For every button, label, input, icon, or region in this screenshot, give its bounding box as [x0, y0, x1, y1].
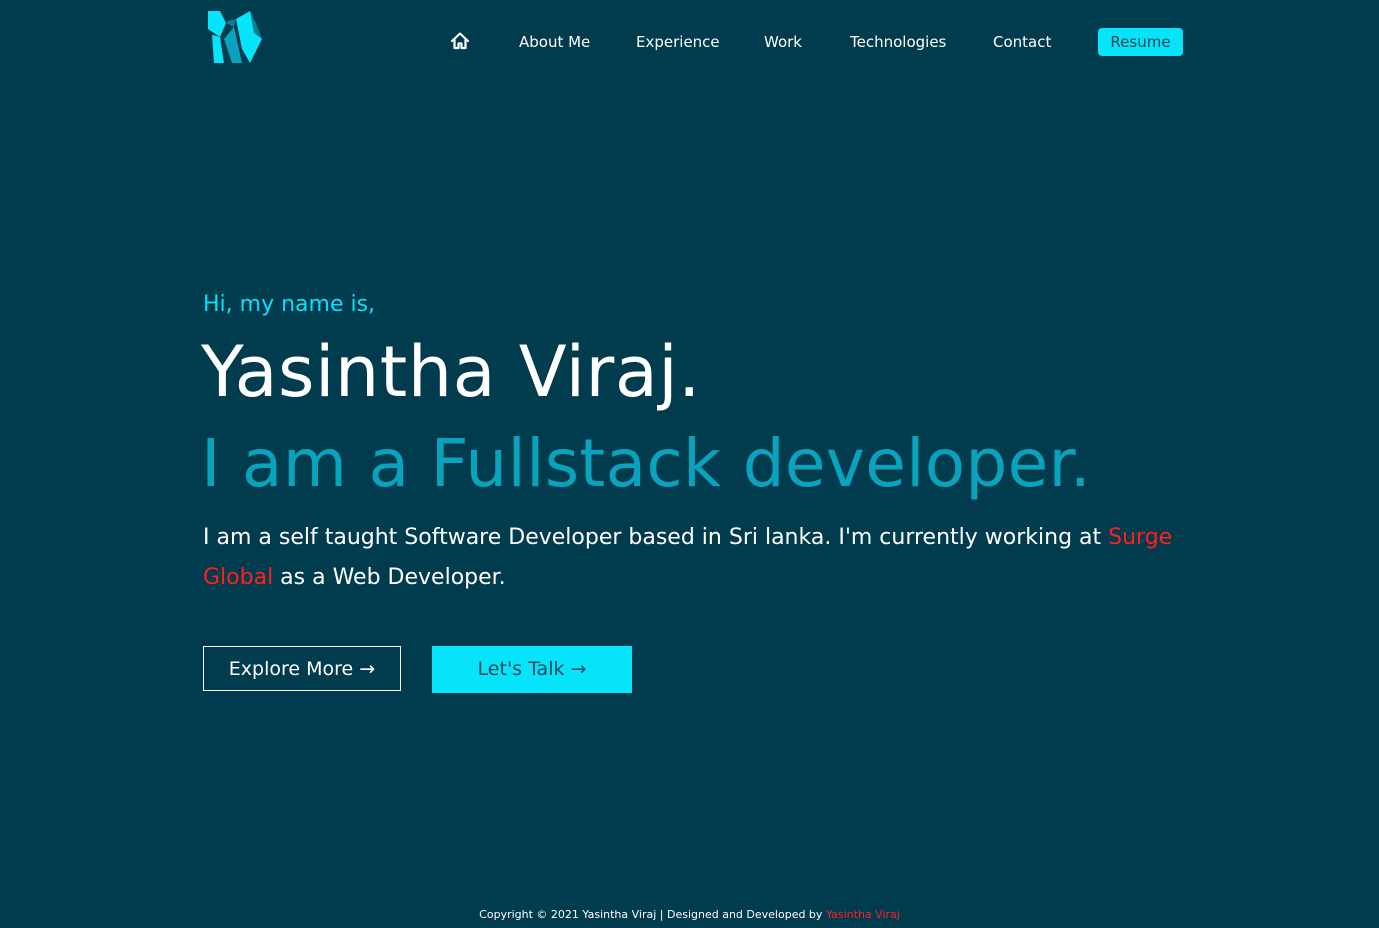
bio-text-end: as a Web Developer.: [273, 565, 506, 590]
hero-name: Yasintha Viraj.: [201, 331, 701, 413]
nav-experience[interactable]: Experience: [636, 28, 720, 56]
hero-role: I am a Fullstack developer.: [201, 425, 1092, 502]
footer-author-link[interactable]: Yasintha Viraj: [826, 908, 900, 921]
bio-text-start: I am a self taught Software Developer ba…: [203, 525, 1109, 550]
footer: Copyright © 2021 Yasintha Viraj | Design…: [0, 906, 1379, 924]
main-nav: About Me Experience Work Technologies Co…: [0, 28, 1379, 56]
footer-copyright: Copyright © 2021 Yasintha Viraj | Design…: [479, 908, 826, 921]
hero-greeting: Hi, my name is,: [203, 292, 376, 317]
nav-about-me[interactable]: About Me: [519, 28, 590, 56]
nav-work[interactable]: Work: [764, 28, 802, 56]
lets-talk-button[interactable]: Let's Talk →: [432, 646, 632, 693]
explore-more-button[interactable]: Explore More →: [203, 646, 401, 691]
nav-technologies[interactable]: Technologies: [850, 28, 946, 56]
hero-bio: I am a self taught Software Developer ba…: [203, 518, 1188, 598]
resume-button[interactable]: Resume: [1098, 28, 1183, 56]
nav-contact[interactable]: Contact: [993, 28, 1051, 56]
home-icon[interactable]: [450, 31, 470, 51]
